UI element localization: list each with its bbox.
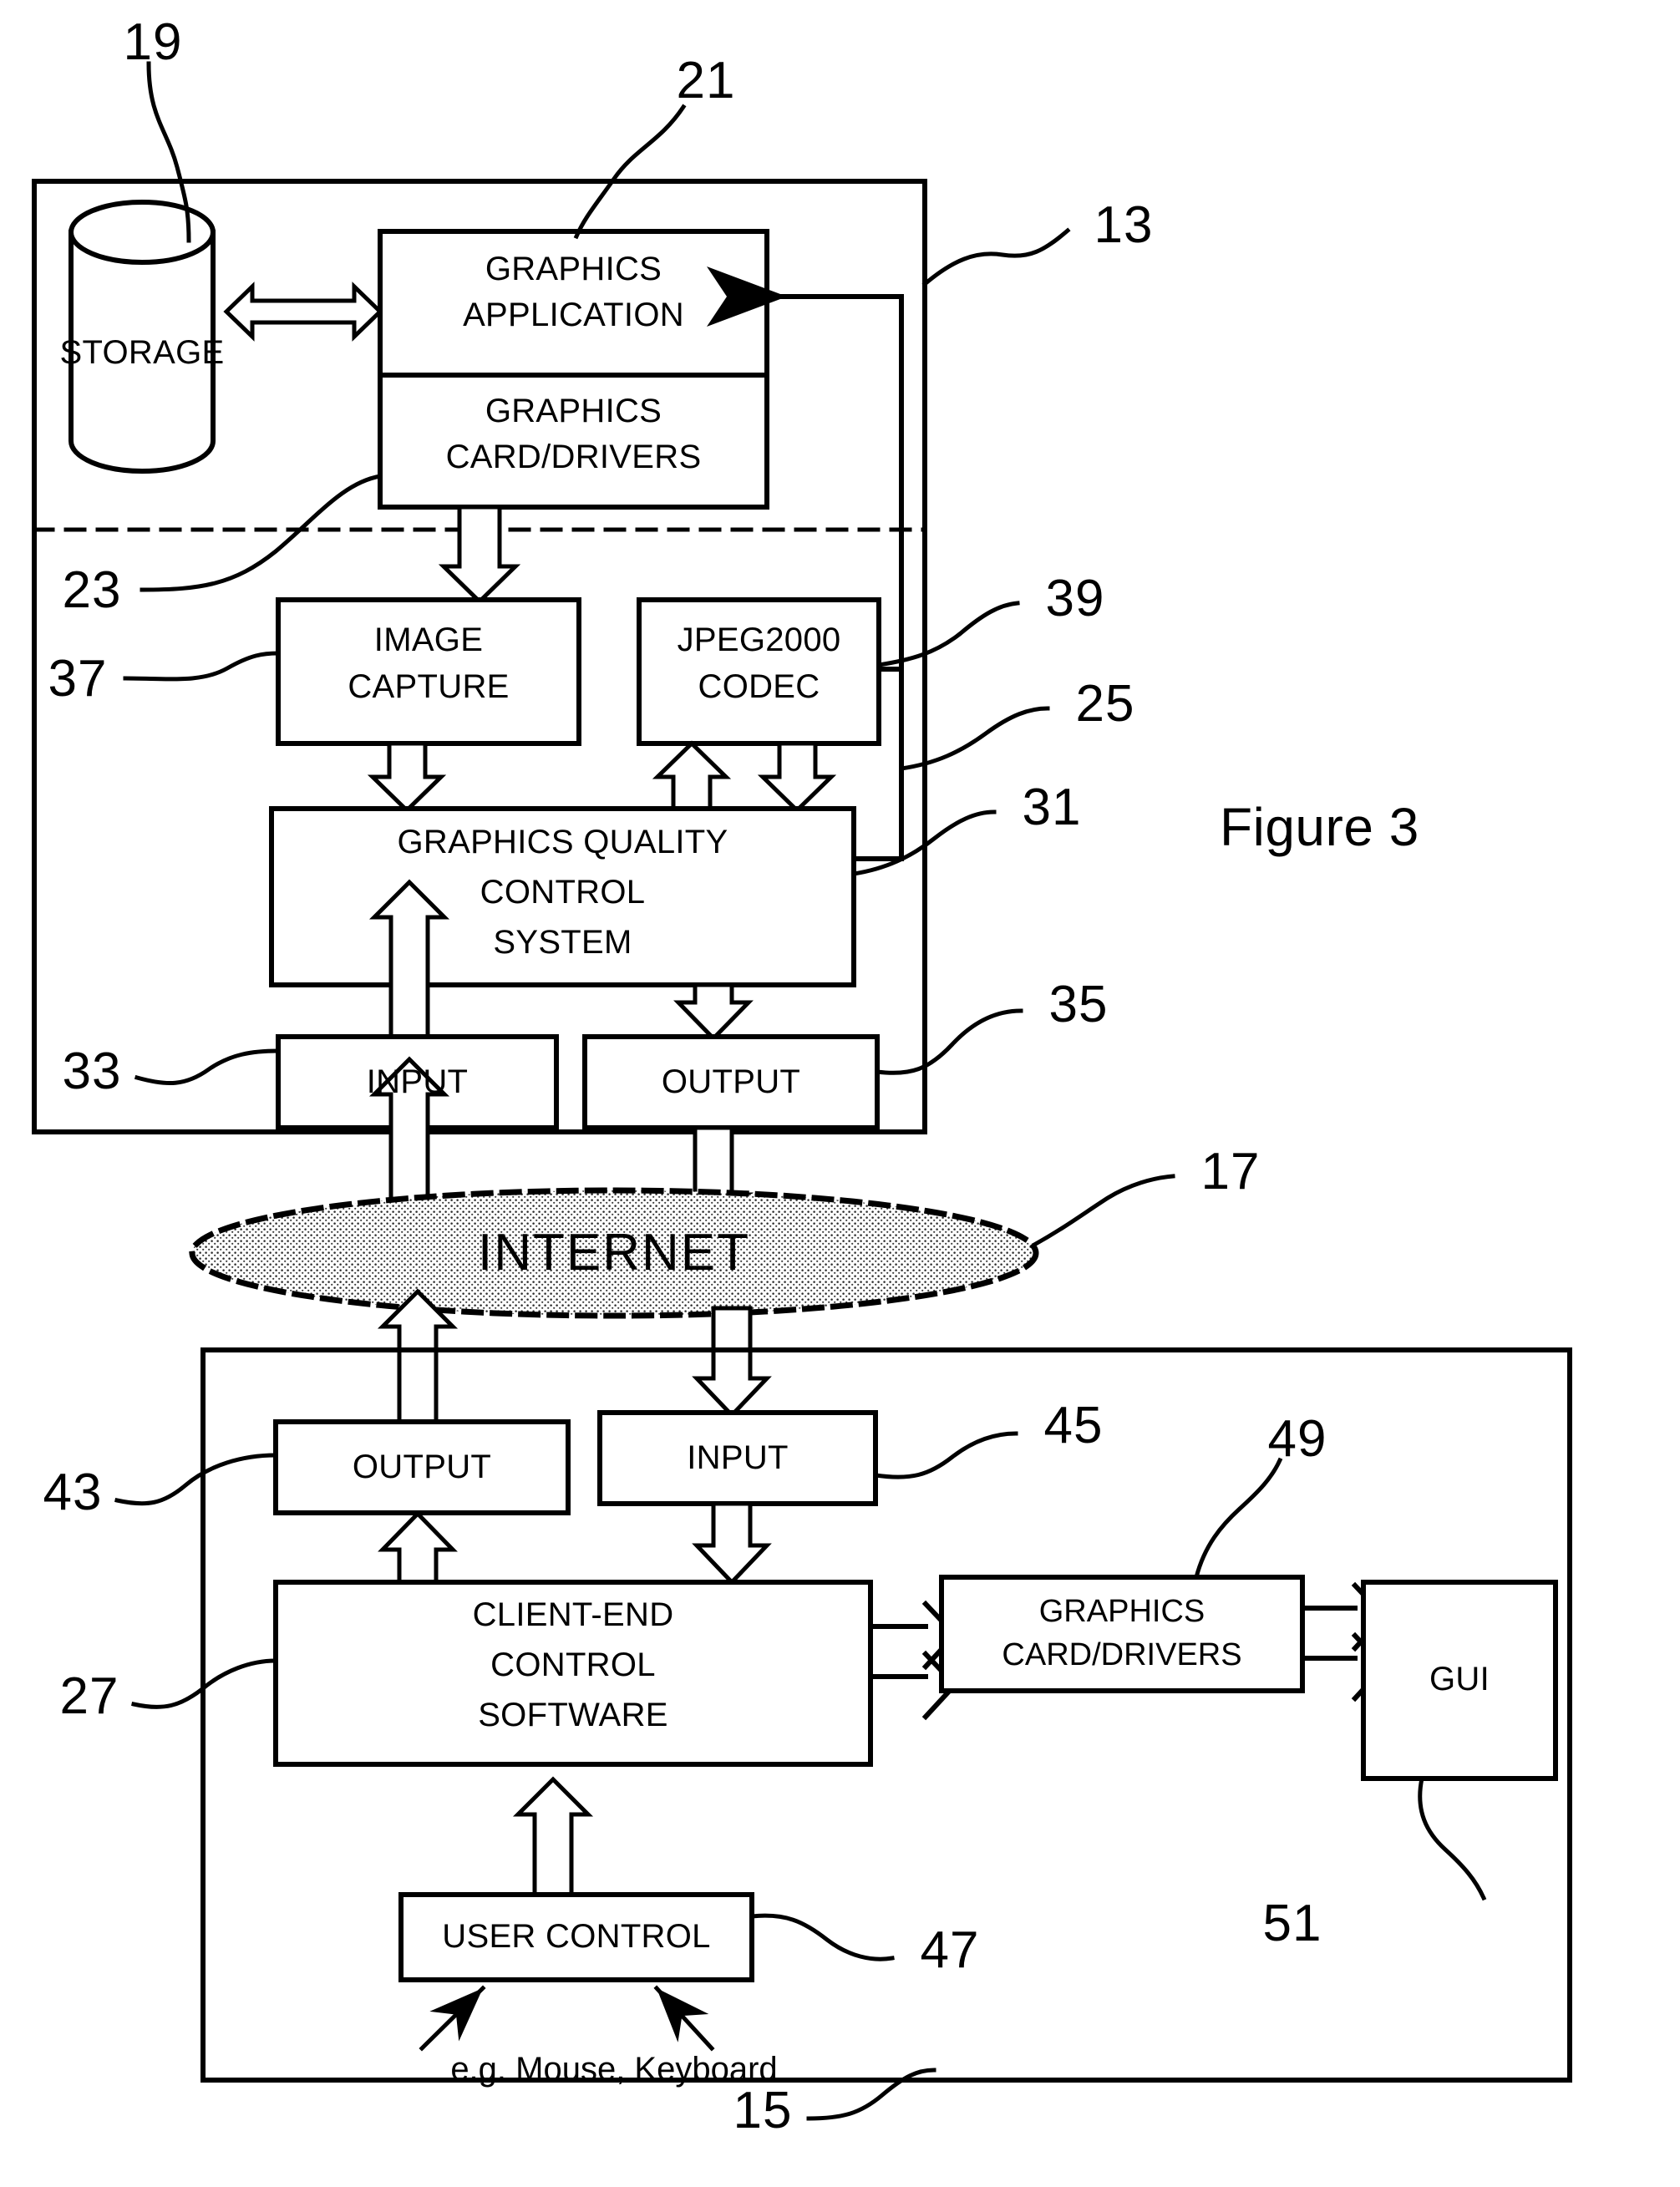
leader-45 — [873, 1431, 1018, 1479]
internet-cloud — [189, 1187, 1039, 1319]
user-control-note-arrows — [419, 1985, 715, 2052]
leader-13 — [921, 227, 1071, 287]
internet-to-client-input-arrow — [692, 1306, 772, 1418]
graphics-card-drivers-box-server — [378, 373, 769, 510]
patent-figure-canvas: Figure 3 STORAGE GRAPHICS APPLICATION GR… — [0, 0, 1680, 2187]
client-input-to-sw-arrow — [692, 1501, 772, 1586]
diagram-svg — [32, 61, 1572, 2121]
gui-box — [1361, 1580, 1558, 1781]
jpeg2000-codec-box — [637, 597, 881, 746]
leader-49 — [1193, 1457, 1283, 1581]
leader-15 — [806, 2068, 936, 2121]
graphics-card-drivers-box-client — [939, 1575, 1305, 1693]
graphics-quality-control-system-box — [269, 806, 856, 987]
leader-43 — [114, 1453, 278, 1506]
usercontrol-to-sw-arrow — [512, 1776, 594, 1899]
client-end-control-software-box — [273, 1580, 873, 1767]
client-sw-to-output-arrow — [378, 1510, 458, 1588]
server-output-box — [582, 1034, 880, 1130]
leader-51 — [1418, 1776, 1487, 1901]
leader-17 — [1031, 1174, 1175, 1248]
client-input-box — [597, 1410, 878, 1506]
image-capture-box — [276, 597, 581, 746]
client-output-box — [273, 1419, 571, 1515]
user-control-box — [398, 1892, 754, 1982]
leader-47 — [749, 1913, 895, 1961]
graphics-application-box — [378, 229, 769, 378]
storage-cylinder — [69, 200, 216, 474]
